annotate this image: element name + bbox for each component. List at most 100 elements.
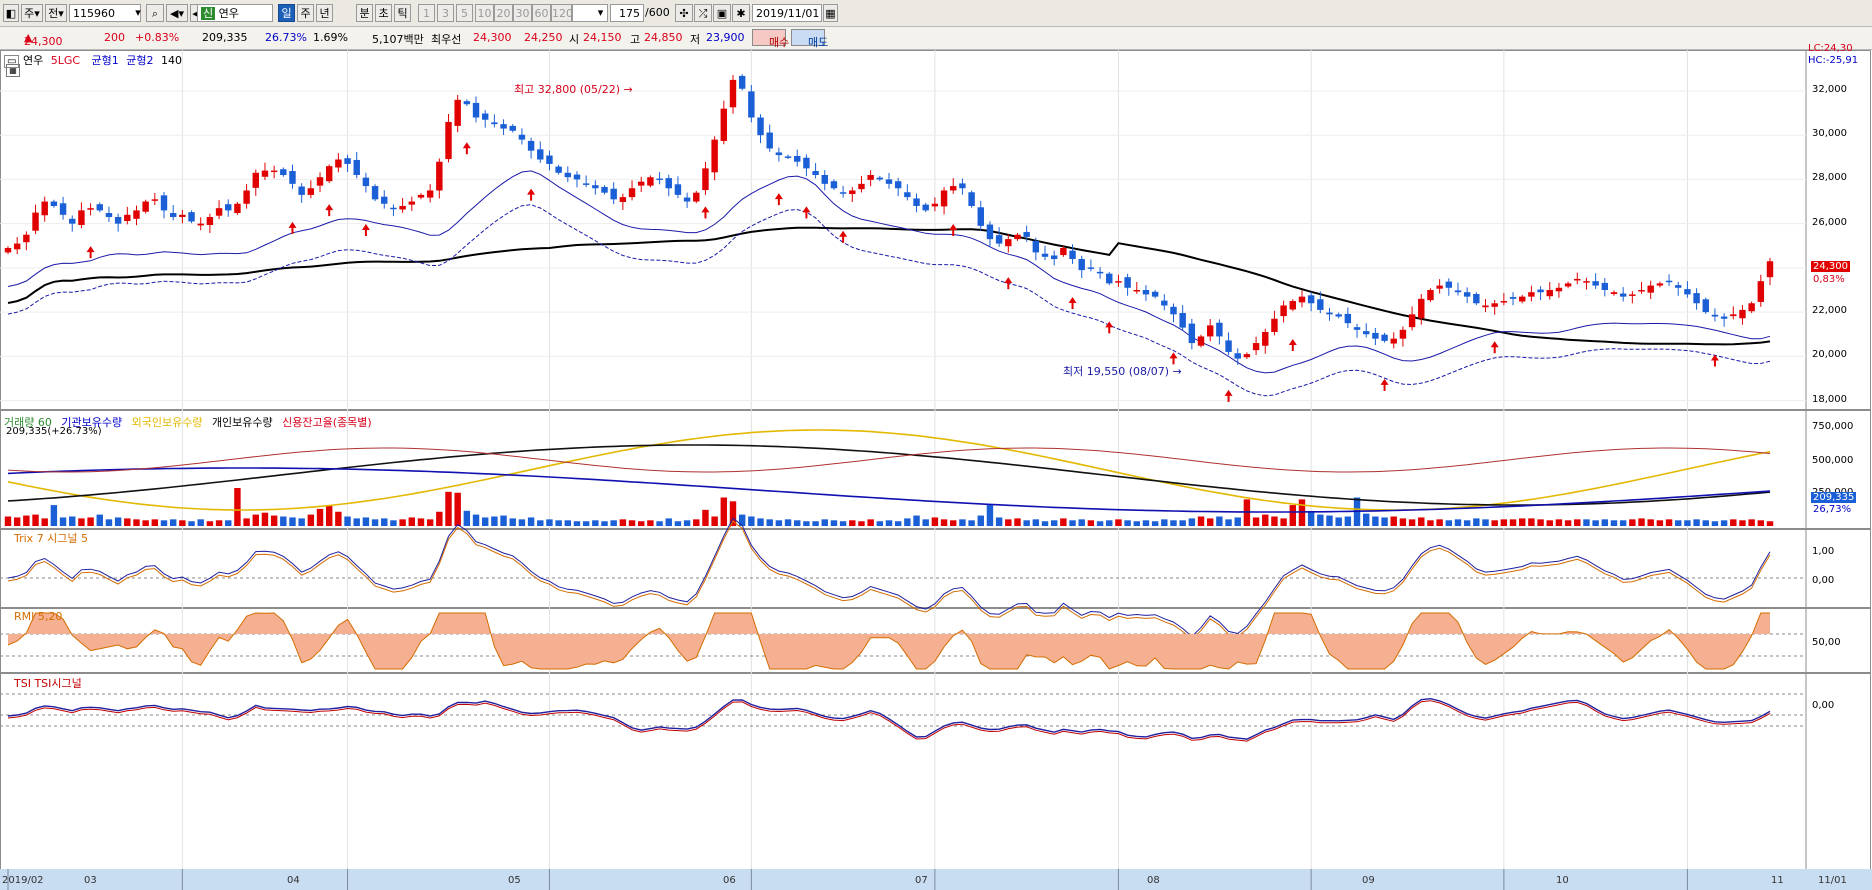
search-icon[interactable]: ⌕ (146, 4, 164, 22)
interval-3-button[interactable]: 3 (437, 4, 454, 22)
period-year-label: 년 (319, 7, 330, 20)
candle-body (1252, 343, 1260, 351)
buy-signal-arrow (86, 246, 95, 259)
period-tick-button[interactable]: 틱 (394, 4, 411, 22)
buy-signal-arrow (774, 193, 783, 206)
count-total-text: /600 (645, 6, 670, 19)
chart-menu-icon[interactable]: ◧ (3, 4, 19, 22)
interval-5-button[interactable]: 5 (456, 4, 473, 22)
candle-body (711, 139, 718, 173)
volume-bar (408, 517, 416, 526)
candle-body (316, 177, 324, 186)
candle-body (1115, 281, 1122, 283)
stock-name-field[interactable]: 신 연우 (197, 4, 273, 22)
period-day-button[interactable]: 일 (278, 4, 295, 22)
volume-bar (1317, 514, 1324, 526)
buy-signal-arrow (527, 188, 536, 201)
volume-bar (1262, 514, 1269, 526)
candle-body (693, 192, 700, 202)
interval-120-button[interactable]: 120 (551, 4, 572, 22)
volume-bar (436, 511, 443, 526)
interval-30-button[interactable]: 30 (513, 4, 532, 22)
candle-body (1473, 293, 1480, 304)
volume-bar (1161, 519, 1168, 526)
candle-body (1096, 271, 1104, 274)
tsi-signal-line (7, 700, 1771, 742)
legend-stock-name: 연우 (22, 54, 44, 67)
volume-bar (1381, 517, 1388, 526)
candle-body (1408, 314, 1416, 328)
interval-1-button[interactable]: 1 (418, 4, 435, 22)
candle-body (1445, 281, 1453, 288)
candle-body (307, 188, 315, 195)
settings-icon[interactable]: ✱ (732, 4, 750, 22)
grid-icon[interactable]: ▦ (6, 64, 20, 77)
candle-body (1206, 325, 1214, 337)
chart-toolbar: ◧ 주▾ 전▾ 115960 ▾ ⌕ ◀▾ ◂ 신 연우 일 주 년 분 초 틱… (0, 0, 1872, 27)
volume-bar (1638, 518, 1645, 526)
quote-amount: 5,107백만 (372, 33, 424, 46)
candle-body (1610, 292, 1618, 294)
save-icon[interactable]: ▣ (713, 4, 731, 22)
interval-20-button[interactable]: 20 (494, 4, 513, 22)
period-minute-button[interactable]: 분 (356, 4, 373, 22)
candle-body (940, 190, 948, 207)
volume-bar (628, 520, 636, 526)
speaker-icon[interactable]: ◀▾ (166, 4, 188, 22)
volume-bar (711, 516, 718, 526)
candle-body (436, 161, 443, 191)
interval-60-button[interactable]: 60 (532, 4, 551, 22)
buy-button[interactable]: 매수 (752, 29, 789, 49)
volume-bar (344, 516, 351, 526)
tsi-line (7, 697, 1771, 740)
candle-body (1592, 281, 1599, 286)
candle-body (1317, 299, 1324, 310)
candle-body (142, 201, 149, 212)
volume-bar (1702, 520, 1709, 526)
period-second-button[interactable]: 초 (375, 4, 392, 22)
candle-body (1050, 255, 1058, 260)
date-label-2019-02: 2019/02 (2, 875, 44, 886)
volume-bar (1078, 519, 1085, 526)
candle-body (1463, 292, 1471, 297)
volume-bar (1326, 515, 1333, 526)
price-tick-6: 20,000 (1812, 349, 1847, 361)
candle-body (353, 159, 360, 175)
volume-bar (390, 520, 397, 526)
candle-body (1436, 285, 1443, 289)
count-input[interactable]: 175 (610, 4, 644, 22)
period-year-button[interactable]: 년 (316, 4, 333, 22)
volume-bar (1050, 520, 1058, 526)
volume-bar (1500, 519, 1508, 526)
volume-bar (546, 519, 553, 526)
candle-body (1647, 285, 1654, 293)
volume-bar (4, 516, 12, 526)
candle-body (206, 217, 214, 225)
candle-body (1032, 240, 1040, 253)
candle-body (986, 224, 994, 240)
interval-dropdown-icon[interactable]: ▾ (593, 4, 608, 22)
count-value: 175 (619, 7, 640, 20)
interval-3-label: 3 (442, 7, 449, 20)
type-select[interactable]: 주▾ (21, 4, 43, 22)
date-label-09: 09 (1362, 875, 1375, 886)
sell-button[interactable]: 매도 (791, 29, 828, 49)
candle-body (738, 75, 746, 89)
volume-bar (50, 505, 58, 526)
candle-body (674, 184, 682, 195)
period-week-button[interactable]: 주 (297, 4, 314, 22)
candle-body (867, 175, 874, 180)
split-icon[interactable]: ⤮ (694, 4, 712, 22)
volume-bar (1739, 520, 1746, 526)
candle-body (41, 201, 48, 216)
zoom-icon[interactable]: ✣ (675, 4, 693, 22)
jeon-select[interactable]: 전▾ (45, 4, 67, 22)
code-dropdown-icon[interactable]: ▾ (131, 4, 145, 22)
volume-bar (243, 518, 250, 526)
price-chart-canvas[interactable] (0, 50, 1872, 890)
interval-10-button[interactable]: 10 (475, 4, 494, 22)
date-input[interactable]: 2019/11/01 (752, 4, 822, 22)
calendar-icon[interactable]: ▦ (823, 4, 838, 22)
volume-bar (812, 521, 819, 526)
volume-bar (23, 515, 30, 526)
